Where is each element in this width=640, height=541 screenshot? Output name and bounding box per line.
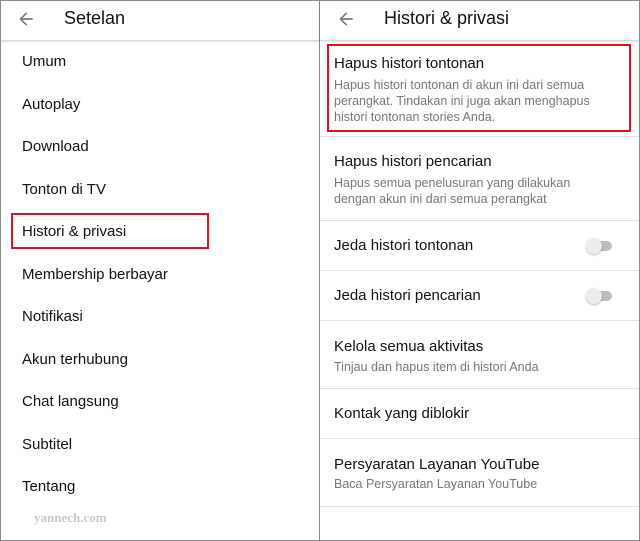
item-title: Hapus histori pencarian xyxy=(334,153,492,170)
settings-item-umum[interactable]: Umum xyxy=(22,53,66,70)
manage-all-activity[interactable]: Kelola semua aktivitas Tinjau dan hapus … xyxy=(320,321,640,389)
item-title: Jeda histori pencarian xyxy=(334,287,481,304)
settings-item-download[interactable]: Download xyxy=(22,138,89,155)
youtube-terms-of-service[interactable]: Persyaratan Layanan YouTube Baca Persyar… xyxy=(320,439,640,507)
pause-search-history-toggle[interactable] xyxy=(586,288,614,304)
history-app-bar: Histori & privasi xyxy=(320,0,640,41)
settings-panel: Setelan Umum Autoplay Download Tonton di… xyxy=(0,0,320,541)
item-title: Kelola semua aktivitas xyxy=(334,338,484,355)
pause-search-history[interactable]: Jeda histori pencarian xyxy=(320,271,640,321)
settings-item-tentang[interactable]: Tentang xyxy=(22,478,75,495)
watermark: yannech.com xyxy=(34,510,107,525)
item-title: Jeda histori tontonan xyxy=(334,237,474,254)
history-title: Histori & privasi xyxy=(384,8,510,28)
arrow-left-icon[interactable] xyxy=(16,9,36,29)
settings-title: Setelan xyxy=(64,8,126,28)
item-title: Kontak yang diblokir xyxy=(334,405,470,422)
settings-item-notifikasi[interactable]: Notifikasi xyxy=(22,308,83,325)
clear-search-history[interactable]: Hapus histori pencarian Hapus semua pene… xyxy=(320,137,640,221)
item-subtitle: Tinjau dan hapus item di histori Anda xyxy=(334,360,539,374)
settings-item-autoplay[interactable]: Autoplay xyxy=(22,96,80,113)
pause-watch-history[interactable]: Jeda histori tontonan xyxy=(320,221,640,271)
settings-item-membership[interactable]: Membership berbayar xyxy=(22,266,168,283)
pause-watch-history-toggle[interactable] xyxy=(586,238,614,254)
highlight-box xyxy=(327,44,631,132)
settings-app-bar: Setelan xyxy=(0,0,319,41)
arrow-left-icon[interactable] xyxy=(336,9,356,29)
settings-item-subtitel[interactable]: Subtitel xyxy=(22,436,72,453)
item-title: Persyaratan Layanan YouTube xyxy=(334,456,540,473)
blocked-contacts[interactable]: Kontak yang diblokir xyxy=(320,389,640,439)
item-subtitle: Baca Persyaratan Layanan YouTube xyxy=(334,477,538,491)
item-subtitle: dengan akun ini dari semua perangkat xyxy=(334,192,547,206)
highlight-box xyxy=(11,213,209,249)
settings-item-akun-terhubung[interactable]: Akun terhubung xyxy=(22,351,128,368)
settings-item-chat-langsung[interactable]: Chat langsung xyxy=(22,393,119,410)
item-subtitle: Hapus semua penelusuran yang dilakukan xyxy=(334,176,571,190)
settings-item-tonton-di-tv[interactable]: Tonton di TV xyxy=(22,181,106,198)
